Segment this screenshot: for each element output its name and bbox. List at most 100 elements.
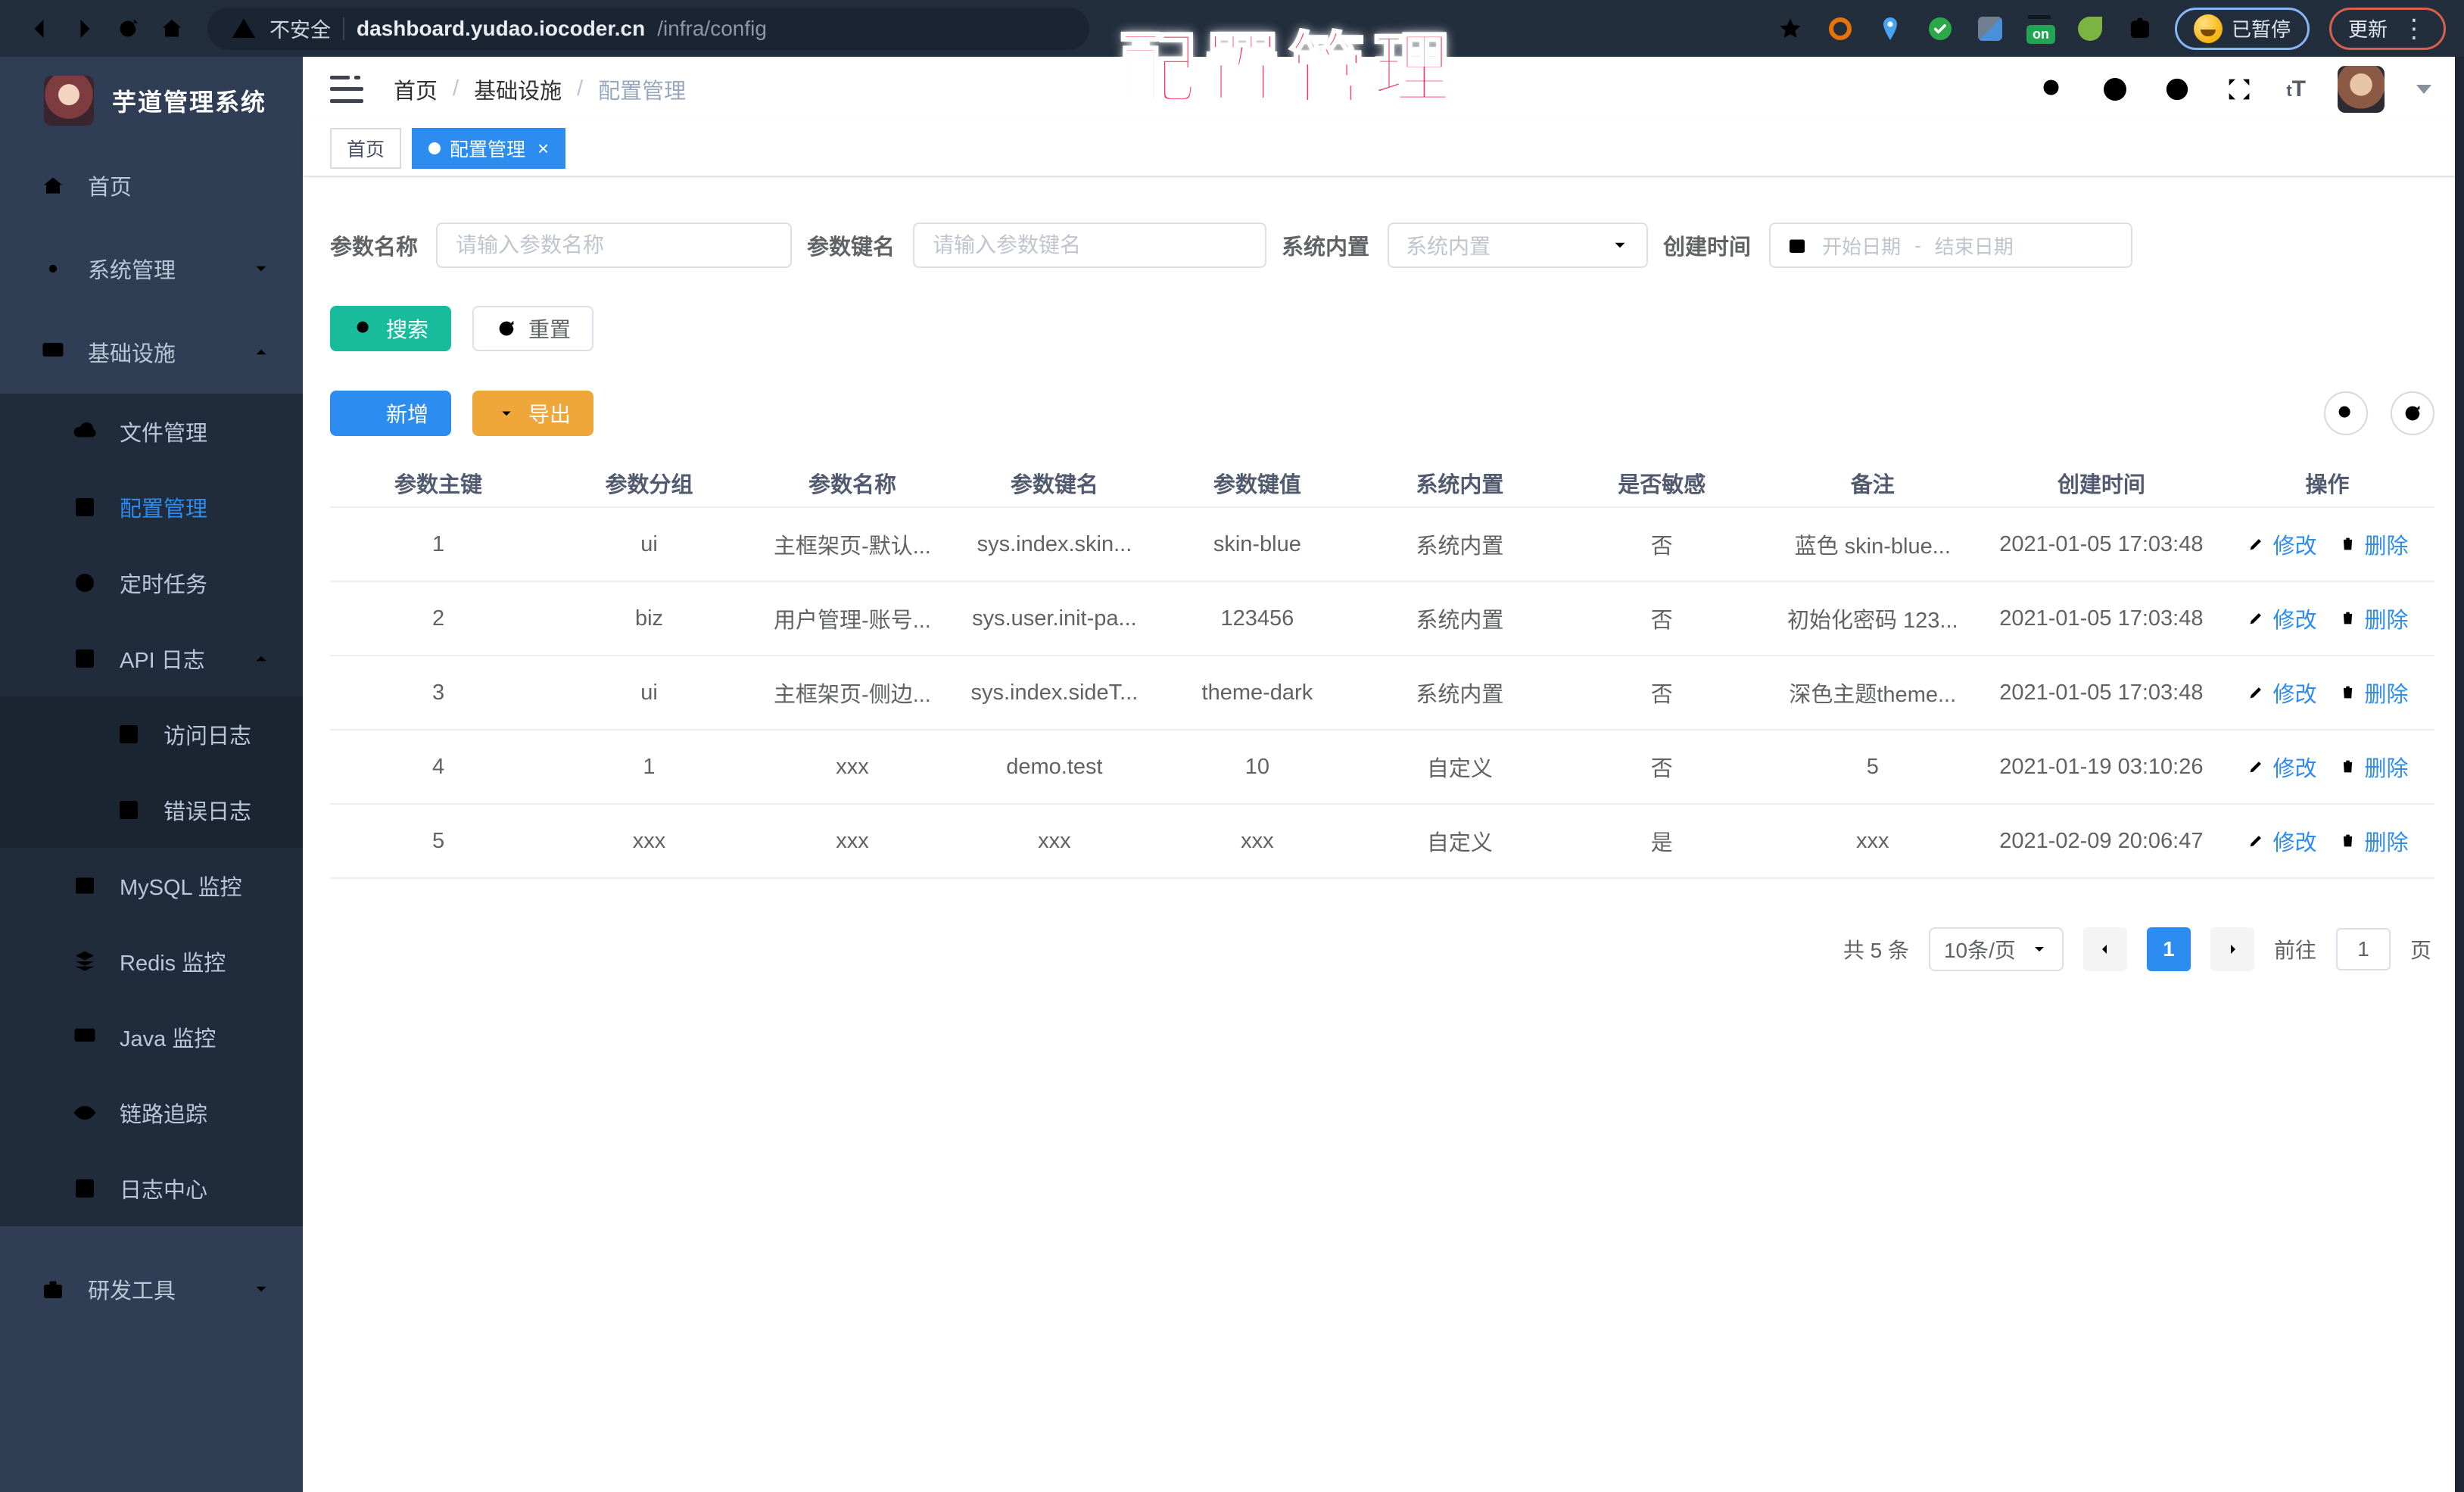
- date-range-picker[interactable]: 开始日期 - 结束日期: [1769, 223, 2133, 268]
- system-builtin-select[interactable]: 系统内置: [1388, 223, 1649, 268]
- col-param-value: 参数键值: [1155, 459, 1359, 508]
- breadcrumb-current: 配置管理: [598, 79, 687, 104]
- date-start-placeholder: 开始日期: [1822, 235, 1902, 258]
- extension-leaf-icon[interactable]: [2075, 14, 2105, 44]
- browser-menu-kebab-icon[interactable]: ⋮: [2401, 16, 2427, 42]
- extension-mosaic-icon[interactable]: [1975, 14, 2005, 44]
- active-tab-dot: [428, 142, 441, 154]
- toggle-search-button[interactable]: [2324, 391, 2368, 435]
- delete-link[interactable]: 删除: [2338, 603, 2408, 634]
- sidebar-item-log-center[interactable]: 日志中心: [0, 1151, 303, 1226]
- delete-link[interactable]: 删除: [2338, 528, 2408, 560]
- bookmark-star-icon[interactable]: [1775, 14, 1805, 44]
- sidebar-item-redis-monitor[interactable]: Redis 监控: [0, 924, 303, 999]
- extension-orange-ring-icon[interactable]: [1825, 14, 1855, 44]
- breadcrumb-home[interactable]: 首页: [394, 73, 438, 105]
- layers-icon: [71, 948, 98, 975]
- help-icon[interactable]: [2162, 74, 2192, 104]
- browser-home-icon[interactable]: [150, 7, 194, 51]
- sidebar-item-file-manage[interactable]: 文件管理: [0, 394, 303, 469]
- filter-form: 参数名称 参数键名 系统内置 系统内置 创建时间: [330, 223, 2434, 268]
- eye-icon: [71, 1099, 98, 1126]
- sidebar-item-java-monitor[interactable]: Java 监控: [0, 999, 303, 1075]
- edit-link[interactable]: 修改: [2246, 751, 2316, 783]
- sidebar-item-access-log[interactable]: 访问日志: [0, 696, 303, 772]
- app-title: 芋道管理系统: [112, 88, 267, 116]
- sidebar-item-infra[interactable]: 基础设施: [0, 310, 303, 394]
- sidebar-item-cron-job[interactable]: 定时任务: [0, 545, 303, 621]
- goto-page-input[interactable]: [2335, 928, 2391, 970]
- page-size-select[interactable]: 10条/页: [1928, 927, 2064, 971]
- export-button[interactable]: 导出: [472, 391, 594, 436]
- sidebar-item-error-log[interactable]: 错误日志: [0, 772, 303, 848]
- col-created: 创建时间: [1982, 459, 2220, 508]
- add-button[interactable]: 新增: [330, 391, 452, 436]
- edit-link[interactable]: 修改: [2246, 528, 2316, 560]
- browser-reload-icon[interactable]: [106, 7, 150, 51]
- delete-link[interactable]: 删除: [2338, 677, 2408, 709]
- col-param-id: 参数主键: [330, 459, 547, 508]
- sidebar-item-system[interactable]: 系统管理: [0, 227, 303, 310]
- pencil-icon: [2246, 534, 2266, 554]
- chevron-left-icon: [2096, 940, 2114, 958]
- col-builtin: 系统内置: [1358, 459, 1561, 508]
- browser-forward-icon[interactable]: [62, 7, 106, 51]
- param-name-input[interactable]: [436, 223, 793, 268]
- sidebar-item-home[interactable]: 首页: [0, 144, 303, 227]
- col-remark: 备注: [1762, 459, 1983, 508]
- table-header-row: 参数主键 参数分组 参数名称 参数键名 参数键值 系统内置 是否敏感 备注 创建…: [330, 459, 2434, 508]
- col-actions: 操作: [2219, 459, 2434, 508]
- tab-config-manage[interactable]: 配置管理 ×: [412, 128, 566, 169]
- create-time-label: 创建时间: [1663, 235, 1752, 260]
- caret-down-icon[interactable]: [2416, 84, 2431, 94]
- extension-pin-icon[interactable]: [1875, 14, 1905, 44]
- search-icon[interactable]: [2038, 74, 2068, 104]
- breadcrumb-infra[interactable]: 基础设施: [474, 73, 562, 105]
- extensions-puzzle-icon[interactable]: [2125, 14, 2155, 44]
- edit-link[interactable]: 修改: [2246, 677, 2316, 709]
- app-logo-row[interactable]: 芋道管理系统: [0, 57, 303, 144]
- profile-paused-badge[interactable]: 已暂停: [2174, 7, 2310, 50]
- param-key-input[interactable]: [913, 223, 1267, 268]
- user-avatar[interactable]: [2338, 65, 2385, 113]
- trash-icon: [2338, 756, 2358, 777]
- current-page[interactable]: 1: [2146, 927, 2191, 971]
- edit-link[interactable]: 修改: [2246, 603, 2316, 634]
- tab-home[interactable]: 首页: [330, 128, 402, 169]
- extension-green-check-icon[interactable]: [1925, 14, 1955, 44]
- browser-back-icon[interactable]: [18, 7, 62, 51]
- sidebar-item-mysql-monitor[interactable]: MySQL 监控: [0, 848, 303, 924]
- sidebar-item-trace[interactable]: 链路追踪: [0, 1075, 303, 1151]
- pencil-icon: [2246, 682, 2266, 702]
- col-param-name: 参数名称: [751, 459, 953, 508]
- prev-page-button[interactable]: [2082, 927, 2127, 971]
- delete-link[interactable]: 删除: [2338, 751, 2408, 783]
- browser-update-button[interactable]: 更新 ⋮: [2328, 7, 2446, 50]
- url-divider: [343, 17, 344, 40]
- infrastructure-icon: [39, 338, 67, 366]
- search-button[interactable]: 搜索: [330, 306, 452, 351]
- font-size-icon[interactable]: tT: [2286, 76, 2306, 102]
- address-bar[interactable]: 不安全 dashboard.yudao.iocoder.cn/infra/con…: [207, 7, 1089, 50]
- delete-link[interactable]: 删除: [2338, 825, 2408, 857]
- reset-button[interactable]: 重置: [472, 306, 594, 351]
- github-icon[interactable]: [2100, 74, 2130, 104]
- refresh-table-button[interactable]: [2391, 391, 2434, 435]
- pencil-icon: [2246, 830, 2266, 851]
- sidebar-item-config-manage[interactable]: 配置管理: [0, 469, 303, 545]
- fullscreen-icon[interactable]: [2224, 74, 2254, 104]
- next-page-button[interactable]: [2210, 927, 2254, 971]
- edit-link[interactable]: 修改: [2246, 825, 2316, 857]
- edit-square-icon: [71, 494, 98, 521]
- sidebar-item-dev-tools[interactable]: 研发工具: [0, 1247, 303, 1331]
- log-edit-icon: [115, 796, 142, 824]
- chevron-down-icon: [251, 1279, 271, 1299]
- sidebar-collapse-icon[interactable]: [330, 75, 363, 103]
- extension-on-badge-icon[interactable]: on: [2025, 14, 2055, 44]
- chevron-down-icon: [251, 259, 271, 279]
- tab-close-icon[interactable]: ×: [537, 137, 549, 160]
- plus-icon: [353, 402, 375, 425]
- table-row: 5 xxx xxx xxx xxx 自定义 是 xxx 2021-02-09 20:06…: [330, 804, 2434, 879]
- sidebar-item-api-log[interactable]: API 日志: [0, 621, 303, 696]
- pagination: 共 5 条 10条/页 1 前往 页: [330, 927, 2434, 971]
